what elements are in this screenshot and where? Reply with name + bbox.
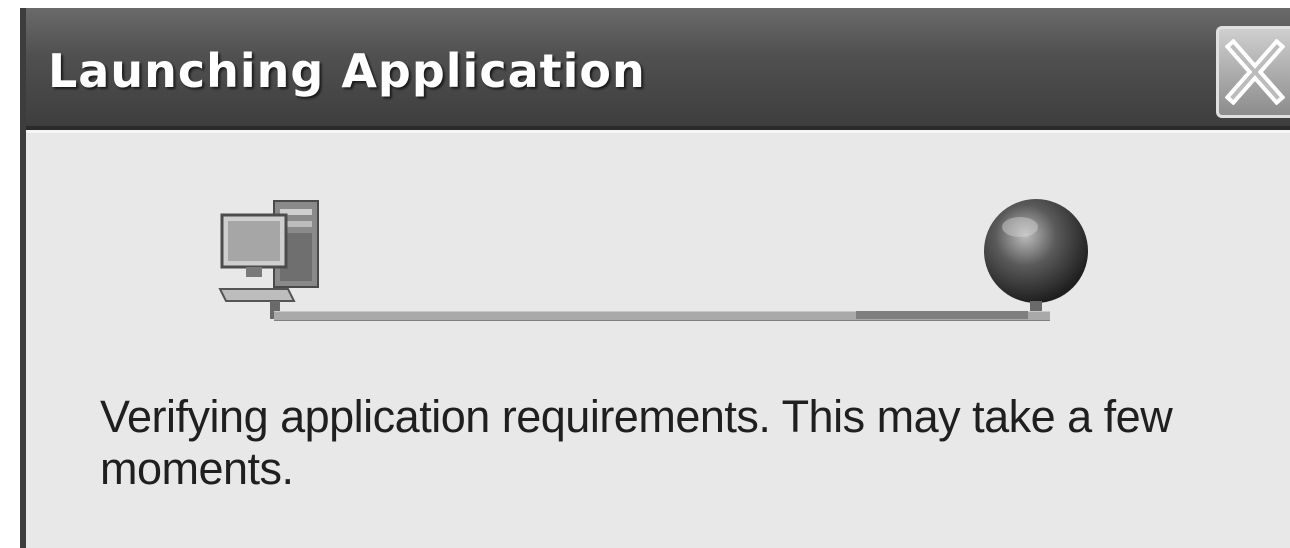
close-button[interactable] (1216, 26, 1290, 118)
launch-dialog: Launching Application Verifying applicat… (20, 8, 1290, 548)
titlebar: Launching Application (26, 8, 1290, 130)
progress-indicator (856, 311, 1028, 319)
computer-icon (218, 200, 319, 319)
status-message: Verifying application requirements. This… (100, 391, 1173, 494)
dialog-title: Launching Application (48, 44, 646, 98)
dialog-body: Verifying application requirements. This… (26, 130, 1290, 548)
close-icon (1224, 39, 1285, 105)
globe-icon (984, 199, 1088, 321)
